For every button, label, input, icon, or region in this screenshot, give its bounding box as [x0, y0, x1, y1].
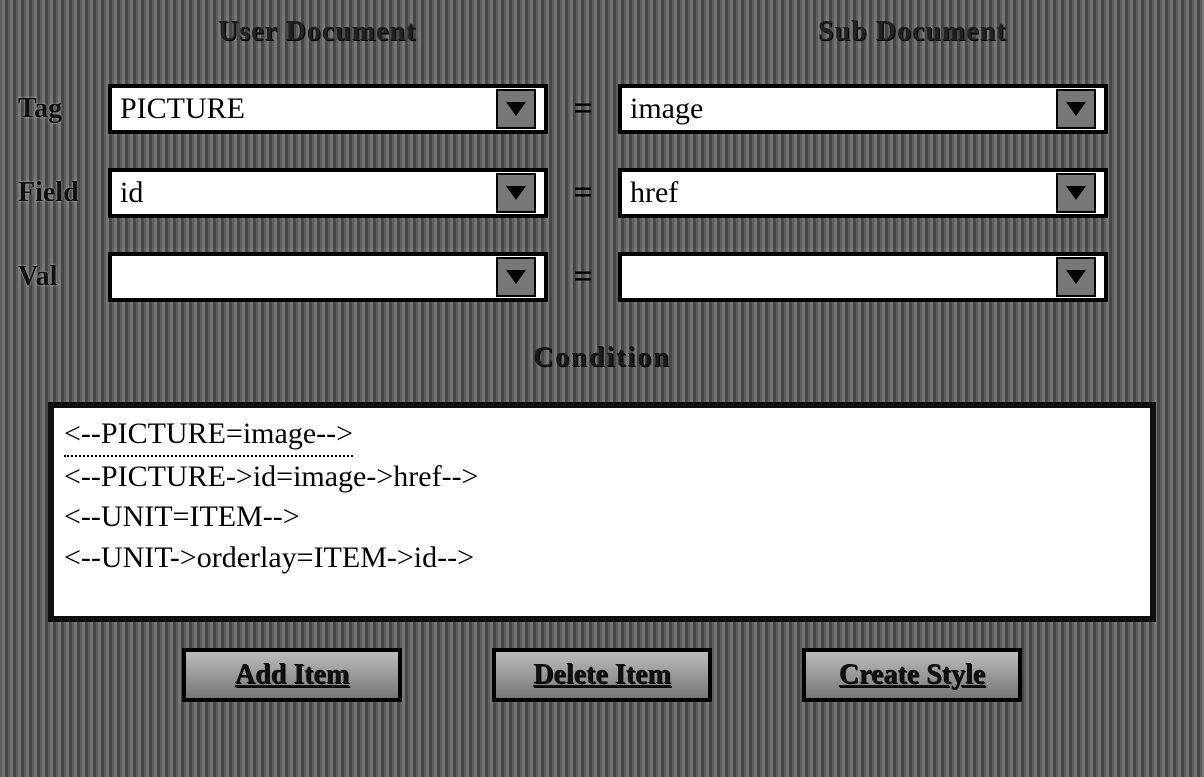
chevron-down-icon [1066, 102, 1086, 116]
chevron-down-icon [1066, 270, 1086, 284]
field-right-combo[interactable]: href [618, 168, 1108, 218]
field-left-value: id [120, 176, 496, 210]
mapping-panel: User Document Sub Document Tag PICTURE =… [0, 0, 1204, 777]
val-left-combo[interactable] [108, 252, 548, 302]
tag-right-dropdown-button[interactable] [1056, 89, 1096, 129]
list-item[interactable]: <--PICTURE->id=image->href--> [64, 457, 1140, 498]
label-val: Val [18, 261, 108, 293]
val-left-dropdown-button[interactable] [496, 257, 536, 297]
chevron-down-icon [1066, 186, 1086, 200]
chevron-down-icon [506, 186, 526, 200]
label-tag: Tag [18, 93, 108, 125]
tag-right-value: image [630, 92, 1056, 126]
field-left-dropdown-button[interactable] [496, 173, 536, 213]
equals-sign: = [548, 90, 618, 128]
button-bar: Add Item Delete Item Create Style [18, 648, 1186, 702]
add-item-button[interactable]: Add Item [182, 648, 402, 702]
equals-sign: = [548, 258, 618, 296]
label-condition: Condition [18, 342, 1186, 392]
label-field: Field [18, 177, 108, 209]
tag-left-value: PICTURE [120, 92, 496, 126]
tag-right-combo[interactable]: image [618, 84, 1108, 134]
header-user-document: User Document [218, 16, 416, 48]
column-headers: User Document Sub Document [18, 10, 1186, 60]
field-right-value: href [630, 176, 1056, 210]
val-right-dropdown-button[interactable] [1056, 257, 1096, 297]
delete-item-button[interactable]: Delete Item [492, 648, 712, 702]
chevron-down-icon [506, 270, 526, 284]
list-item[interactable]: <--UNIT->orderlay=ITEM->id--> [64, 538, 1140, 579]
row-val: Val = [18, 242, 1186, 312]
list-item[interactable]: <--UNIT=ITEM--> [64, 497, 1140, 538]
field-right-dropdown-button[interactable] [1056, 173, 1096, 213]
field-left-combo[interactable]: id [108, 168, 548, 218]
create-style-button[interactable]: Create Style [802, 648, 1022, 702]
mapping-list[interactable]: <--PICTURE=image--> <--PICTURE->id=image… [48, 402, 1156, 622]
chevron-down-icon [506, 102, 526, 116]
val-right-combo[interactable] [618, 252, 1108, 302]
row-tag: Tag PICTURE = image [18, 74, 1186, 144]
list-item[interactable]: <--PICTURE=image--> [64, 414, 1140, 457]
row-field: Field id = href [18, 158, 1186, 228]
tag-left-dropdown-button[interactable] [496, 89, 536, 129]
equals-sign: = [548, 174, 618, 212]
tag-left-combo[interactable]: PICTURE [108, 84, 548, 134]
header-sub-document: Sub Document [818, 16, 1007, 48]
